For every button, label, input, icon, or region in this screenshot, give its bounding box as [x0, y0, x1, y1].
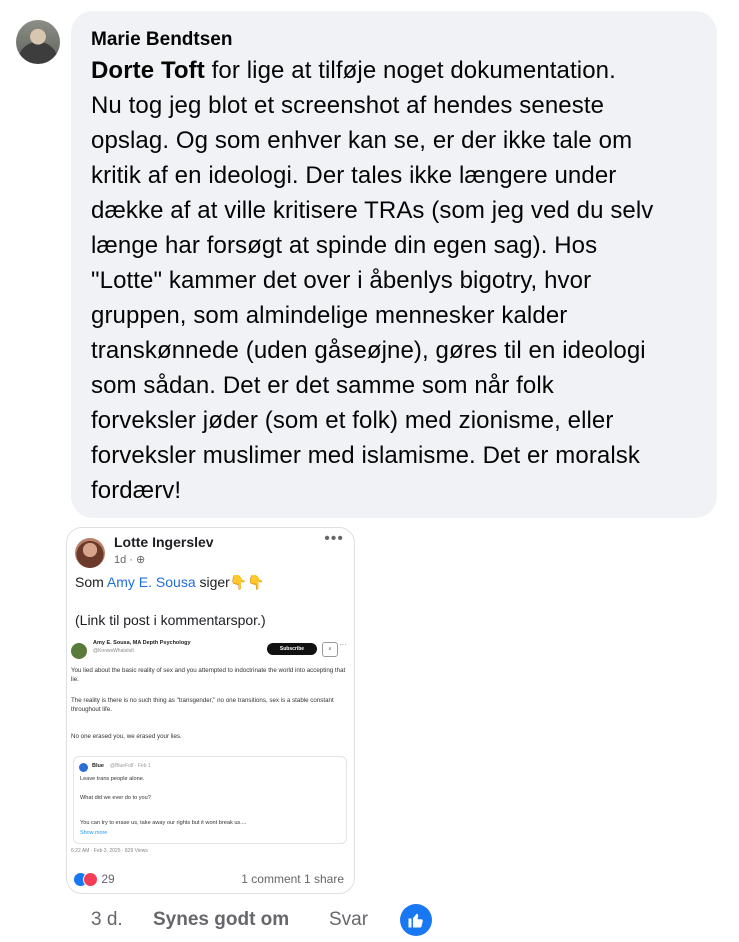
- reaction-count: 29: [101, 872, 115, 886]
- post-text-pre: Som: [75, 574, 107, 590]
- comment-line: gruppen, som almindelige mennesker kalde…: [91, 302, 568, 329]
- tweet-avatar: [71, 643, 87, 659]
- reply-button[interactable]: Svar: [329, 909, 368, 931]
- tweet-para: You lied about the basic reality of sex …: [71, 667, 346, 683]
- more-icon: •••: [324, 530, 344, 547]
- love-reaction-icon: [83, 872, 98, 888]
- comment-line: fordærv!: [91, 477, 182, 504]
- tweet-time: 6:22 AM · Feb 3, 2025 · 829 Views: [71, 848, 148, 854]
- post-time: 1d ·: [114, 554, 137, 566]
- post-reactions: 29: [74, 872, 115, 888]
- tweet-more-icon: ···: [339, 640, 347, 649]
- post-text-post: siger👇👇: [195, 574, 265, 590]
- post-text: Som Amy E. Sousa siger👇👇: [75, 574, 265, 591]
- comment-line: dække af at ville kritisere TRAs (som je…: [91, 197, 654, 224]
- quote-line: Leave trans people alone.: [80, 776, 145, 782]
- quote-author: Blue: [92, 763, 104, 769]
- share-count: 1 share: [303, 872, 344, 886]
- mention-link[interactable]: Dorte Toft: [91, 57, 205, 84]
- post-avatar: [75, 538, 105, 568]
- tweet-handle: @KnowsWhatsIsIt: [93, 648, 134, 654]
- comment-body: Dorte Toft for lige at tilføje noget dok…: [91, 53, 697, 508]
- quote-line: You can try to erase us, take away our r…: [80, 820, 247, 826]
- commenter-avatar[interactable]: [16, 20, 60, 64]
- comment-time[interactable]: 3 d.: [91, 909, 123, 931]
- comment-author[interactable]: Marie Bendtsen: [91, 27, 697, 53]
- quote-avatar: [79, 763, 88, 772]
- attached-screenshot[interactable]: Lotte Ingerslev 1d · ⊕ ••• Som Amy E. So…: [66, 527, 355, 894]
- embedded-tweet: Amy E. Sousa, MA Depth Psychology @Knows…: [71, 638, 349, 864]
- tweet-para: No one erased you, we erased your lies.: [71, 733, 182, 740]
- comment-line: "Lotte" kammer det over i åbenlys bigotr…: [91, 267, 592, 294]
- tweet-para: The reality is there is no such thing as…: [71, 697, 334, 713]
- quote-show-more: Show more: [80, 830, 108, 836]
- quote-line: What did we ever do to you?: [80, 795, 151, 801]
- comment-line: for lige at tilføje noget dokumentation.: [204, 57, 616, 84]
- post-text-2: (Link til post i kommentarspor.): [75, 612, 266, 628]
- thumbs-up-icon: [408, 913, 423, 928]
- post-author: Lotte Ingerslev: [114, 534, 214, 550]
- comment-line: forveksler jøder (som et folk) med zioni…: [91, 407, 614, 434]
- comment-line: kritik af en ideologi. Der tales ikke læ…: [91, 162, 617, 189]
- comment-line: forveksler muslimer med islamisme. Det e…: [91, 442, 641, 469]
- comment-count: 1 comment: [241, 872, 301, 886]
- tweet-author: Amy E. Sousa, MA Depth Psychology: [93, 640, 191, 646]
- comment-line: længe har forsøgt at spinde din egen sag…: [91, 232, 598, 259]
- quote-handle: @BlueFolf · Feb 1: [110, 763, 151, 769]
- post-counts: 1 comment 1 share: [241, 872, 344, 886]
- post-text-link: Amy E. Sousa: [106, 574, 196, 590]
- comment-line: opslag. Og som enhver kan se, er der ikk…: [91, 127, 633, 154]
- comment-line: Nu tog jeg blot et screenshot af hendes …: [91, 92, 605, 119]
- grok-icon: ⌕: [322, 642, 338, 657]
- comment-bubble: Marie Bendtsen Dorte Toft for lige at ti…: [71, 11, 717, 518]
- like-reaction-badge[interactable]: [400, 904, 432, 936]
- quoted-tweet: Blue @BlueFolf · Feb 1 Leave trans peopl…: [73, 756, 347, 844]
- post-meta: 1d · ⊕: [114, 553, 145, 566]
- like-button[interactable]: Synes godt om: [153, 909, 289, 931]
- comment-line: transkønnede (uden gåseøjne), gøres til …: [91, 337, 646, 364]
- tweet-subscribe: Subscribe: [267, 643, 317, 655]
- globe-icon: ⊕: [136, 554, 146, 566]
- comment-line: som sådan. Det er det samme som når folk: [91, 372, 554, 399]
